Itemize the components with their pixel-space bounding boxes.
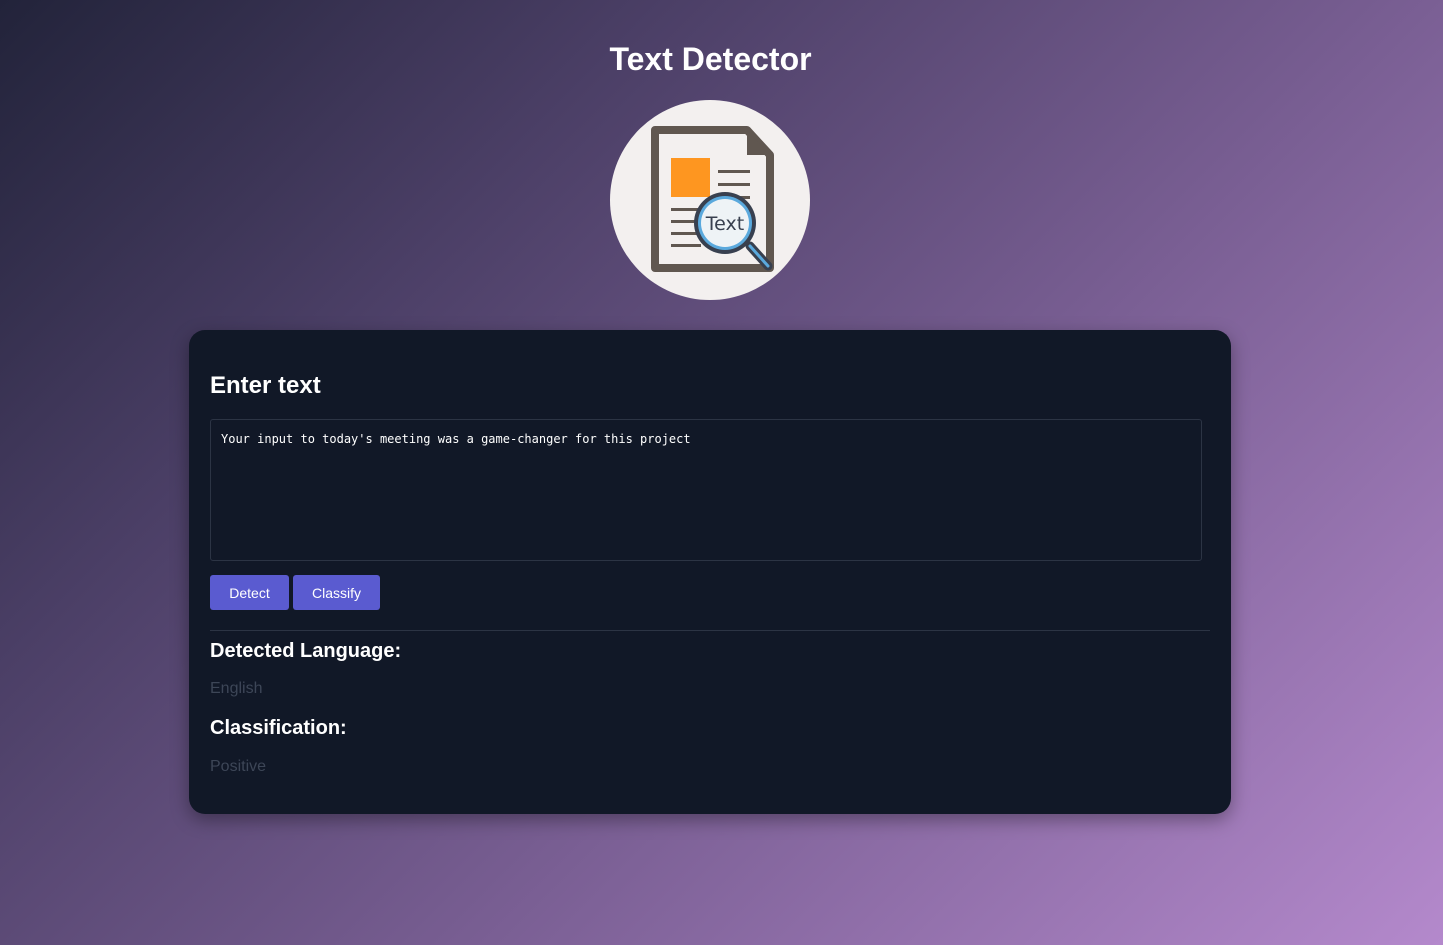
classification-label: Classification:	[210, 717, 347, 739]
classify-button[interactable]: Classify	[293, 575, 380, 610]
detected-language-value: English	[210, 680, 263, 697]
divider	[210, 630, 1210, 631]
classification-value: Positive	[210, 758, 267, 775]
detect-button[interactable]: Detect	[210, 575, 289, 610]
document-magnifier-icon: Text	[651, 126, 774, 272]
app-title: Text Detector	[609, 41, 812, 77]
text-input[interactable]: Your input to today's meeting was a game…	[210, 419, 1202, 561]
enter-text-heading: Enter text	[210, 372, 321, 399]
detector-card: Enter text Your input to today's meeting…	[189, 330, 1231, 814]
logo-text: Text	[705, 213, 744, 235]
detected-language-label: Detected Language:	[210, 640, 402, 662]
logo: Text	[610, 100, 810, 300]
